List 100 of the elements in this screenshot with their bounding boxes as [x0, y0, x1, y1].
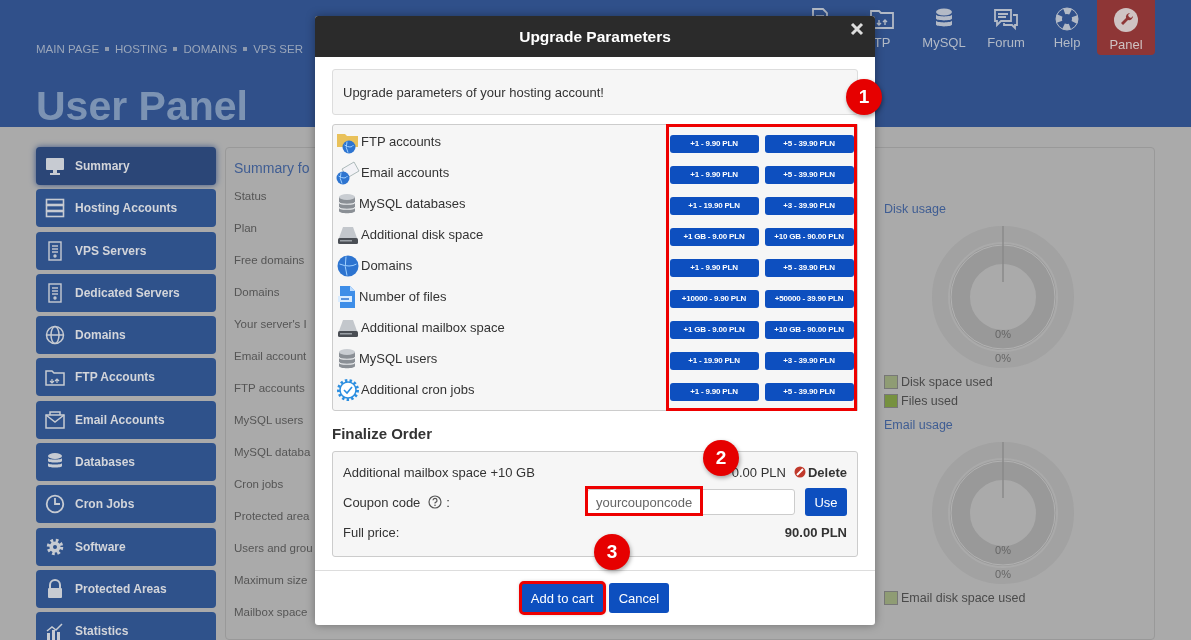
- nav-item[interactable]: MySQL: [913, 0, 975, 55]
- price-button[interactable]: +1 - 9.90 PLN: [669, 134, 759, 153]
- sidebar-item[interactable]: Email Accounts: [36, 400, 216, 439]
- breadcrumb-link[interactable]: MAIN PAGE: [36, 43, 100, 55]
- field-label: Plan: [234, 222, 258, 234]
- close-icon: [850, 22, 864, 36]
- price-button[interactable]: +1 - 19.90 PLN: [669, 196, 759, 215]
- price-button[interactable]: +10 GB - 90.00 PLN: [764, 227, 854, 246]
- section-heading: Finalize Order: [332, 425, 434, 442]
- globe-icon: [45, 325, 65, 346]
- lock-icon: [45, 578, 65, 599]
- envelope-globe-icon: [336, 160, 360, 185]
- use-button[interactable]: Use: [805, 488, 847, 516]
- sidebar-item[interactable]: FTP Accounts: [36, 358, 216, 397]
- price-button[interactable]: +5 - 39.90 PLN: [764, 165, 854, 184]
- coupon-field[interactable]: yourcouponcode: [587, 489, 795, 515]
- price-button[interactable]: +1 - 19.90 PLN: [669, 351, 759, 370]
- sidebar-item[interactable]: Summary: [36, 147, 216, 185]
- no-entry-icon: [793, 466, 806, 478]
- option-label: MySQL users: [359, 351, 438, 366]
- dialog-title: Upgrade Parameters: [519, 27, 671, 46]
- option-label: MySQL databases: [359, 196, 466, 211]
- price-button[interactable]: +1 - 9.90 PLN: [669, 165, 759, 184]
- nav-item[interactable]: Help: [1037, 0, 1097, 55]
- option-label: Email accounts: [361, 165, 450, 180]
- field-label: Cron jobs: [234, 478, 284, 490]
- sidebar-item[interactable]: Statistics: [36, 612, 216, 640]
- gear-icon: [45, 536, 65, 557]
- order-item: Additional mailbox space +10 GB: [343, 464, 536, 480]
- sidebar-item[interactable]: Cron Jobs: [36, 485, 216, 524]
- option-label: Domains: [361, 258, 413, 273]
- price-button[interactable]: +3 - 39.90 PLN: [764, 351, 854, 370]
- field-label: Protected area: [234, 510, 310, 522]
- nav-item[interactable]: Panel: [1097, 0, 1155, 55]
- option-label: Additional cron jobs: [361, 382, 475, 397]
- field-label: Your server's I: [234, 318, 307, 330]
- price-button[interactable]: +1 - 9.90 PLN: [669, 382, 759, 401]
- clock-icon: [45, 494, 65, 515]
- globe-icon: [336, 253, 360, 278]
- envelope-icon: [45, 409, 65, 430]
- field-label: Free domains: [234, 254, 305, 266]
- item-price: 0.00 PLN: [731, 464, 786, 480]
- total-price: 90.00 PLN: [784, 524, 847, 540]
- total-label: Full price:: [343, 524, 401, 540]
- field-label: MySQL databa: [234, 446, 311, 458]
- field-label: FTP accounts: [234, 382, 305, 394]
- breadcrumb-link[interactable]: DOMAINS: [183, 43, 238, 55]
- price-button[interactable]: +1 - 9.90 PLN: [669, 258, 759, 277]
- field-label: Email account: [234, 350, 307, 362]
- tower-server-icon: [45, 282, 65, 303]
- monitor-icon: [45, 156, 65, 176]
- folder-icon: [45, 367, 65, 388]
- field-label: Status: [234, 190, 267, 202]
- chat-bubbles-icon: [993, 7, 1019, 31]
- delete-link[interactable]: Delete: [793, 464, 847, 480]
- field-label: Users and grou: [234, 542, 313, 554]
- price-button[interactable]: +5 - 39.90 PLN: [764, 258, 854, 277]
- price-button[interactable]: +10000 - 9.90 PLN: [669, 289, 759, 308]
- option-label: Additional disk space: [361, 227, 484, 242]
- legend-label: Files used: [901, 393, 958, 408]
- price-button[interactable]: +5 - 39.90 PLN: [764, 134, 854, 153]
- sidebar-item[interactable]: VPS Servers: [36, 231, 216, 270]
- breadcrumb-link[interactable]: HOSTING: [115, 43, 168, 55]
- chart-icon: [45, 621, 65, 640]
- wrench-icon: [1113, 7, 1139, 33]
- field-label: Mailbox space: [234, 606, 308, 618]
- close-button[interactable]: [850, 22, 864, 36]
- price-button[interactable]: +1 GB - 9.00 PLN: [669, 227, 759, 246]
- sidebar-item[interactable]: Domains: [36, 316, 216, 355]
- field-label: Maximum size: [234, 574, 308, 586]
- nav-item[interactable]: Forum: [975, 0, 1037, 55]
- page-title: User Panel: [36, 84, 249, 128]
- legend-label: Email disk space used: [901, 590, 1026, 605]
- price-button[interactable]: +3 - 39.90 PLN: [764, 196, 854, 215]
- step-marker: 3: [594, 534, 630, 570]
- sidebar-item[interactable]: Protected Areas: [36, 569, 216, 608]
- tower-server-icon: [45, 240, 65, 261]
- option-label: Additional mailbox space: [361, 320, 505, 335]
- field-label: MySQL users: [234, 414, 304, 426]
- sidebar-item[interactable]: Dedicated Servers: [36, 273, 216, 312]
- lifebuoy-icon: [1055, 7, 1079, 31]
- coupon-colon: :: [446, 494, 450, 510]
- coupon-label: Coupon code: [343, 494, 421, 510]
- sidebar-item[interactable]: Hosting Accounts: [36, 189, 216, 228]
- cancel-button[interactable]: Cancel: [608, 583, 670, 613]
- breadcrumb-link[interactable]: VPS SER: [253, 43, 303, 55]
- price-button[interactable]: +5 - 39.90 PLN: [764, 382, 854, 401]
- help-icon: [428, 495, 443, 509]
- price-button[interactable]: +10 GB - 90.00 PLN: [764, 320, 854, 339]
- price-button[interactable]: +50000 - 39.90 PLN: [764, 289, 854, 308]
- file-icon: [336, 284, 358, 309]
- add-to-cart-button[interactable]: Add to cart: [520, 583, 604, 613]
- database-icon: [336, 347, 358, 370]
- field-label: Domains: [234, 286, 280, 298]
- gear-clock-icon: [336, 377, 360, 402]
- option-label: Number of files: [359, 289, 447, 304]
- sidebar-item[interactable]: Databases: [36, 443, 216, 482]
- option-label: FTP accounts: [361, 134, 441, 149]
- price-button[interactable]: +1 GB - 9.00 PLN: [669, 320, 759, 339]
- sidebar-item[interactable]: Software: [36, 527, 216, 566]
